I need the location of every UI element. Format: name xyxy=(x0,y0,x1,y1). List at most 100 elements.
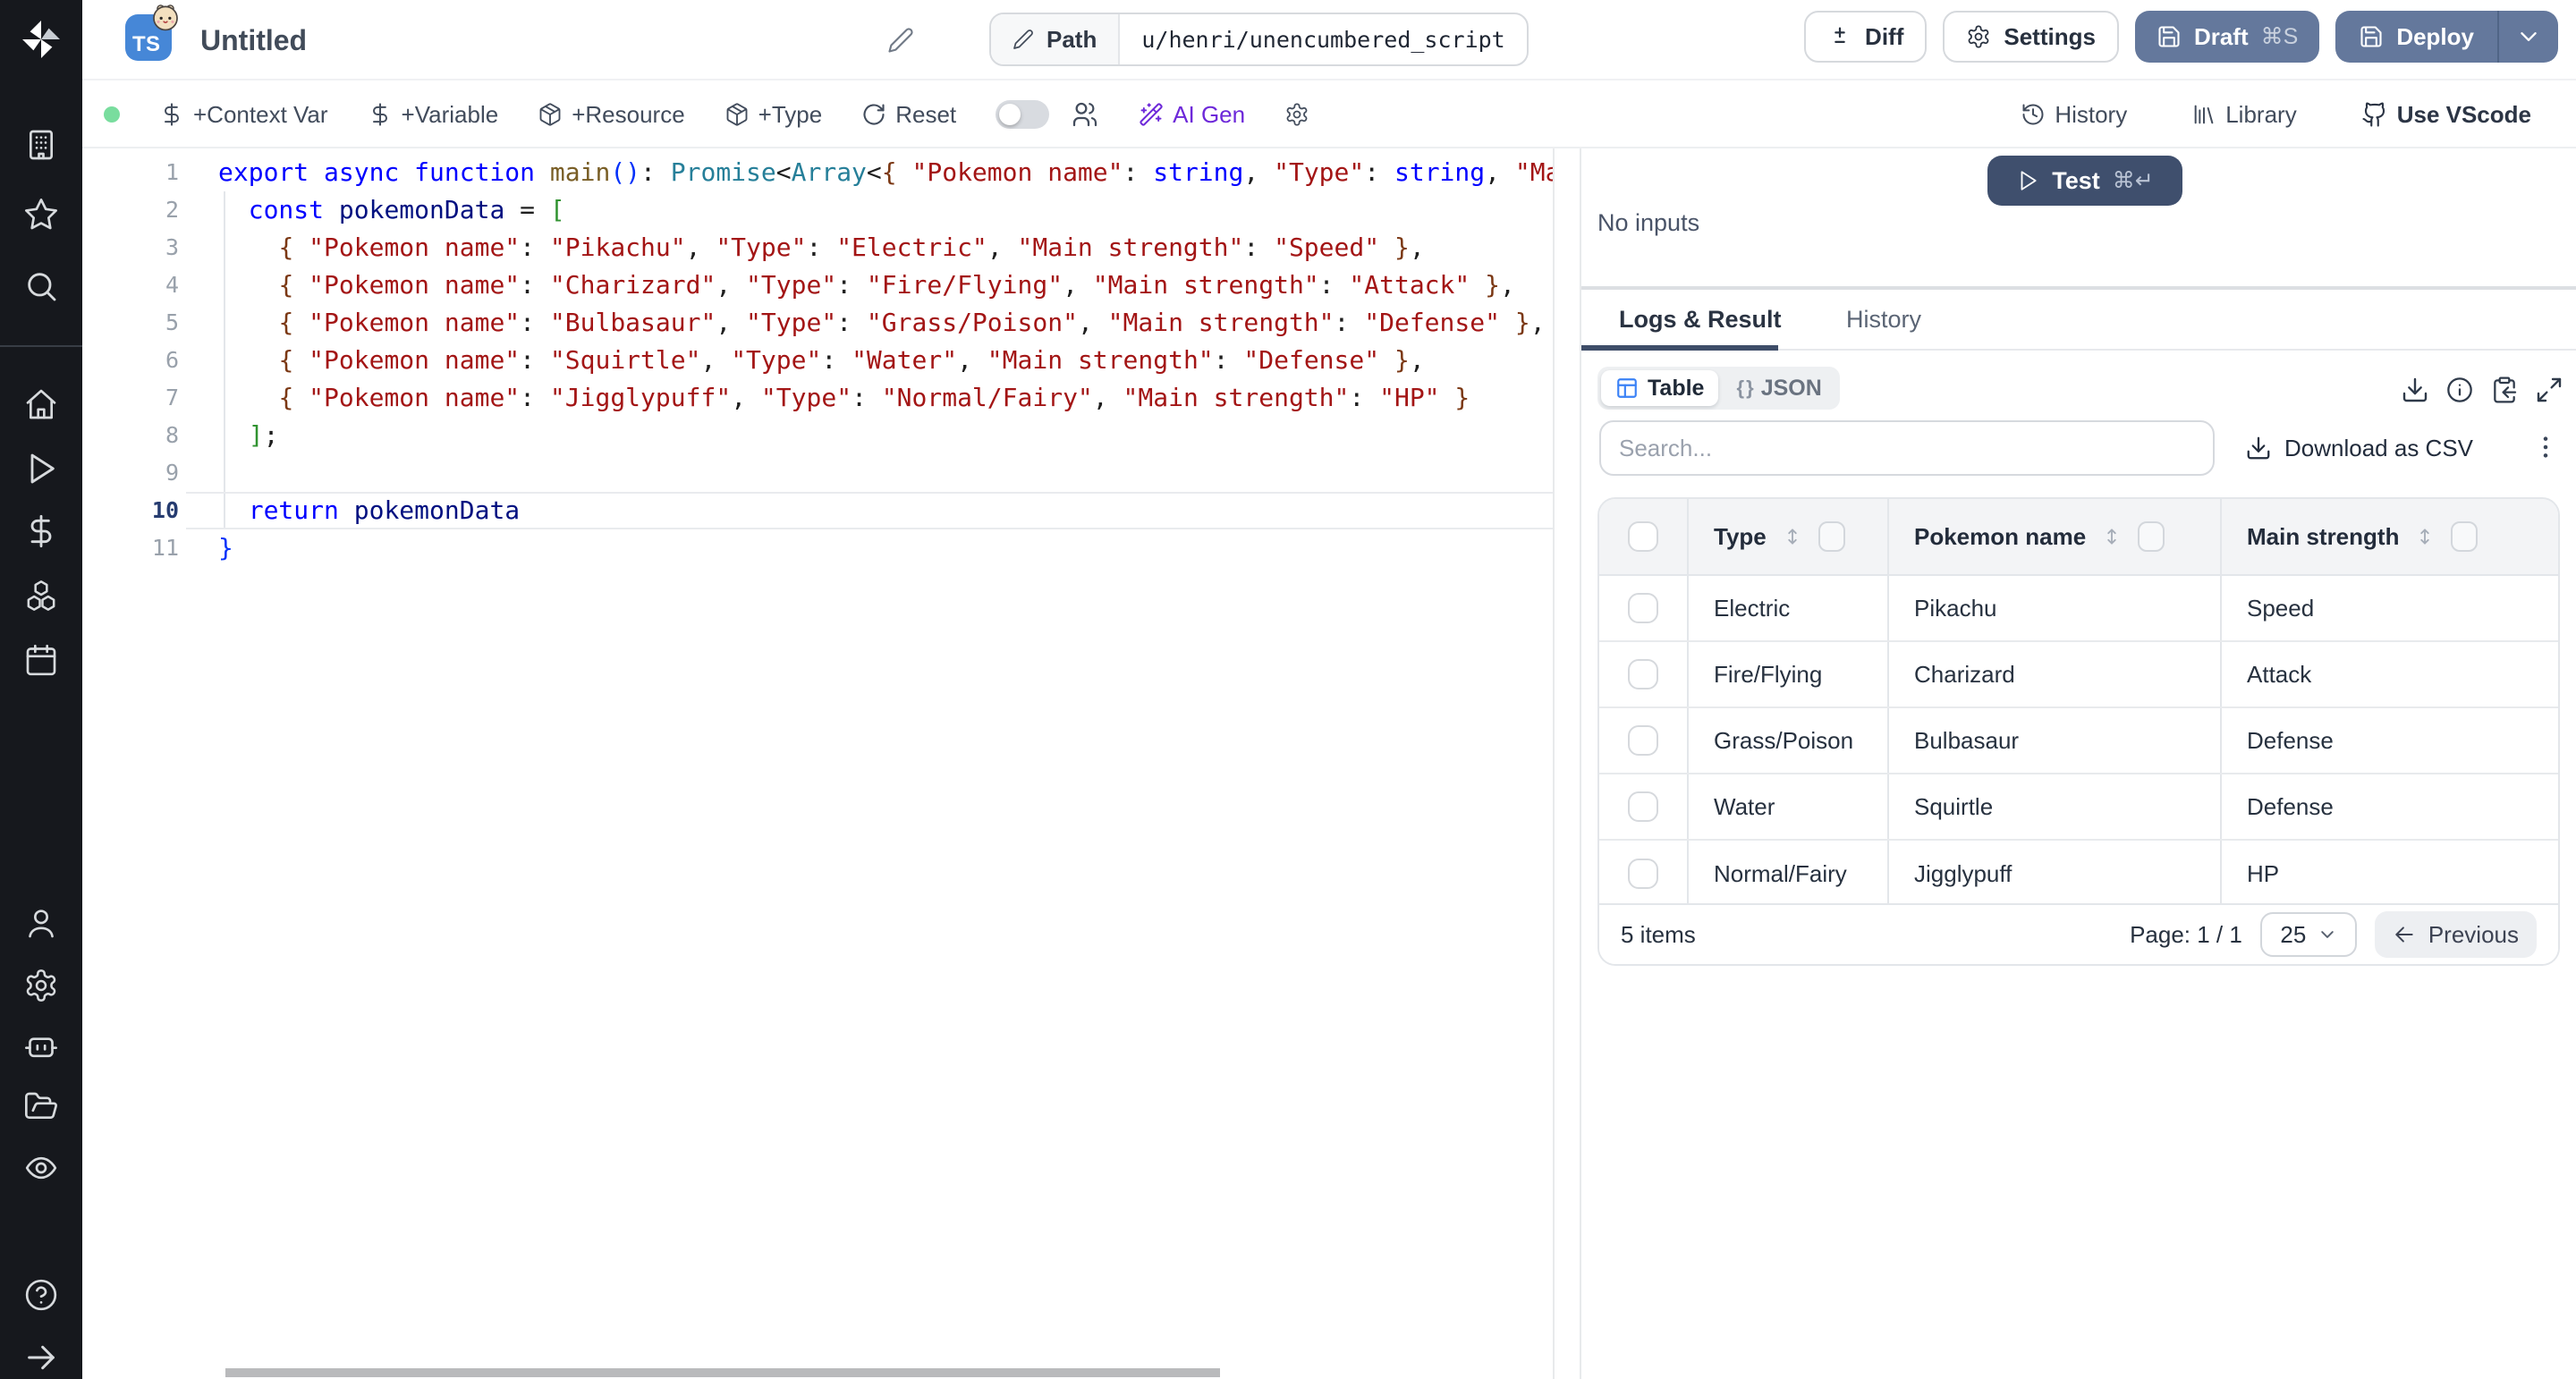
code-text: { "Pokemon name": "Squirtle", "Type": "W… xyxy=(179,342,1425,379)
history-button[interactable]: History xyxy=(2021,101,2127,129)
row-checkbox[interactable] xyxy=(1628,725,1658,756)
deploy-main[interactable]: Deploy xyxy=(2335,11,2497,63)
code-viewport[interactable]: 1export async function main(): Promise<A… xyxy=(82,148,1555,1379)
ai-gen-label: AI Gen xyxy=(1173,101,1245,129)
draft-shortcut: ⌘S xyxy=(2261,23,2299,50)
code-line[interactable]: 7 { "Pokemon name": "Jigglypuff", "Type"… xyxy=(82,379,1553,417)
panel-splitter[interactable] xyxy=(1555,148,1581,1379)
edit-summary-icon[interactable] xyxy=(887,27,914,54)
draft-button[interactable]: Draft ⌘S xyxy=(2135,11,2319,63)
column-header: Pokemon name xyxy=(1887,499,2220,574)
users-icon[interactable] xyxy=(23,905,59,941)
horizontal-scrollbar[interactable] xyxy=(225,1368,1220,1377)
download-result-icon[interactable] xyxy=(2401,376,2429,404)
help-icon[interactable] xyxy=(23,1277,59,1313)
expand-sidebar-icon[interactable] xyxy=(23,1340,59,1375)
table-cell: Attack xyxy=(2220,642,2560,706)
diff-button[interactable]: Diff xyxy=(1804,11,1927,63)
sort-icon[interactable] xyxy=(1781,523,1804,550)
add-resource-button[interactable]: +Resource xyxy=(538,101,684,129)
reset-button[interactable]: Reset xyxy=(861,101,956,129)
code-line[interactable]: 3 { "Pokemon name": "Pikachu", "Type": "… xyxy=(82,229,1553,266)
row-checkbox[interactable] xyxy=(1628,593,1658,623)
save-icon xyxy=(2359,24,2384,49)
editor-settings-button[interactable] xyxy=(1284,102,1309,127)
sort-icon[interactable] xyxy=(2413,523,2436,550)
arrow-left-icon xyxy=(2393,923,2416,946)
code-line[interactable]: 6 { "Pokemon name": "Squirtle", "Type": … xyxy=(82,342,1553,379)
variables-icon[interactable] xyxy=(23,513,59,549)
column-filter-box[interactable] xyxy=(2138,521,2165,552)
line-number: 9 xyxy=(82,454,179,492)
code-line[interactable]: 10 return pokemonData xyxy=(82,492,1553,529)
multiplayer-users-button[interactable] xyxy=(1071,100,1099,129)
audit-logs-icon[interactable] xyxy=(23,1150,59,1186)
github-icon xyxy=(2361,101,2388,128)
schedules-icon[interactable] xyxy=(23,642,59,678)
add-type-button[interactable]: +Type xyxy=(724,101,823,129)
deploy-button[interactable]: Deploy xyxy=(2335,11,2558,63)
cell-value: Pikachu xyxy=(1914,595,1997,622)
line-number: 4 xyxy=(82,266,179,304)
table-footer: 5 items Page: 1 / 1 25 Previous xyxy=(1599,903,2558,964)
view-toggle-table[interactable]: Table xyxy=(1601,370,1718,406)
search-input[interactable] xyxy=(1599,420,2215,476)
add-variable-button[interactable]: +Variable xyxy=(368,101,499,129)
ai-gen-button[interactable]: AI Gen xyxy=(1139,101,1245,129)
expand-result-icon[interactable] xyxy=(2535,376,2563,404)
search-icon[interactable] xyxy=(23,268,59,304)
code-line[interactable]: 8 ]; xyxy=(82,417,1553,454)
path-field[interactable]: Path u/henri/unencumbered_script xyxy=(989,13,1529,66)
code-line[interactable]: 11} xyxy=(82,529,1553,567)
info-icon[interactable] xyxy=(2445,376,2474,404)
resources-icon[interactable] xyxy=(23,578,59,613)
result-tabs: Logs & Result History xyxy=(1581,290,2576,351)
previous-page-button[interactable]: Previous xyxy=(2375,911,2537,958)
column-filter-box[interactable] xyxy=(1818,521,1845,552)
cell-value: Speed xyxy=(2247,595,2314,622)
library-label: Library xyxy=(2225,101,2296,129)
home-icon[interactable] xyxy=(23,386,59,422)
more-options-icon[interactable] xyxy=(2531,431,2560,463)
add-type-label: +Type xyxy=(758,101,823,129)
sort-icon[interactable] xyxy=(2100,523,2123,550)
deploy-dropdown[interactable] xyxy=(2497,11,2558,63)
settings-icon[interactable] xyxy=(23,968,59,1003)
row-checkbox[interactable] xyxy=(1628,859,1658,889)
folders-icon[interactable] xyxy=(23,1089,59,1125)
tab-history[interactable]: History xyxy=(1846,290,1921,349)
tab-logs-result[interactable]: Logs & Result xyxy=(1619,290,1782,349)
library-button[interactable]: Library xyxy=(2191,101,2296,129)
table-cell: Jigglypuff xyxy=(1887,841,2220,907)
test-button[interactable]: Test ⌘↵ xyxy=(1987,156,2182,206)
copy-clipboard-icon[interactable] xyxy=(2490,376,2519,404)
table-row: Fire/FlyingCharizardAttack xyxy=(1599,642,2558,708)
workers-icon[interactable] xyxy=(23,1028,59,1064)
workspace-icon[interactable] xyxy=(23,127,59,163)
settings-button[interactable]: Settings xyxy=(1943,11,2119,63)
select-all-checkbox[interactable] xyxy=(1628,521,1658,552)
runs-icon[interactable] xyxy=(23,451,59,486)
row-checkbox[interactable] xyxy=(1628,791,1658,822)
add-context-var-button[interactable]: +Context Var xyxy=(159,101,328,129)
chevron-down-icon xyxy=(2517,25,2540,48)
code-line[interactable]: 4 { "Pokemon name": "Charizard", "Type":… xyxy=(82,266,1553,304)
library-icon xyxy=(2191,102,2216,127)
table-cell: Defense xyxy=(2220,774,2560,839)
windmill-logo-icon[interactable] xyxy=(20,18,63,61)
code-line[interactable]: 5 { "Pokemon name": "Bulbasaur", "Type":… xyxy=(82,304,1553,342)
line-number: 5 xyxy=(82,304,179,342)
row-checkbox-cell xyxy=(1599,576,1687,640)
use-vscode-button[interactable]: Use VScode xyxy=(2361,101,2531,129)
code-line[interactable]: 1export async function main(): Promise<A… xyxy=(82,154,1553,191)
favorites-icon[interactable] xyxy=(23,197,59,233)
code-line[interactable]: 2 const pokemonData = [ xyxy=(82,191,1553,229)
download-csv-button[interactable]: Download as CSV xyxy=(2245,420,2473,476)
code-line[interactable]: 9 xyxy=(82,454,1553,492)
items-count: 5 items xyxy=(1621,921,1696,949)
view-toggle-json[interactable]: { } JSON xyxy=(1722,370,1835,406)
row-checkbox[interactable] xyxy=(1628,659,1658,690)
page-size-select[interactable]: 25 xyxy=(2260,912,2357,957)
multiplayer-toggle[interactable] xyxy=(996,100,1049,129)
column-filter-box[interactable] xyxy=(2451,521,2478,552)
